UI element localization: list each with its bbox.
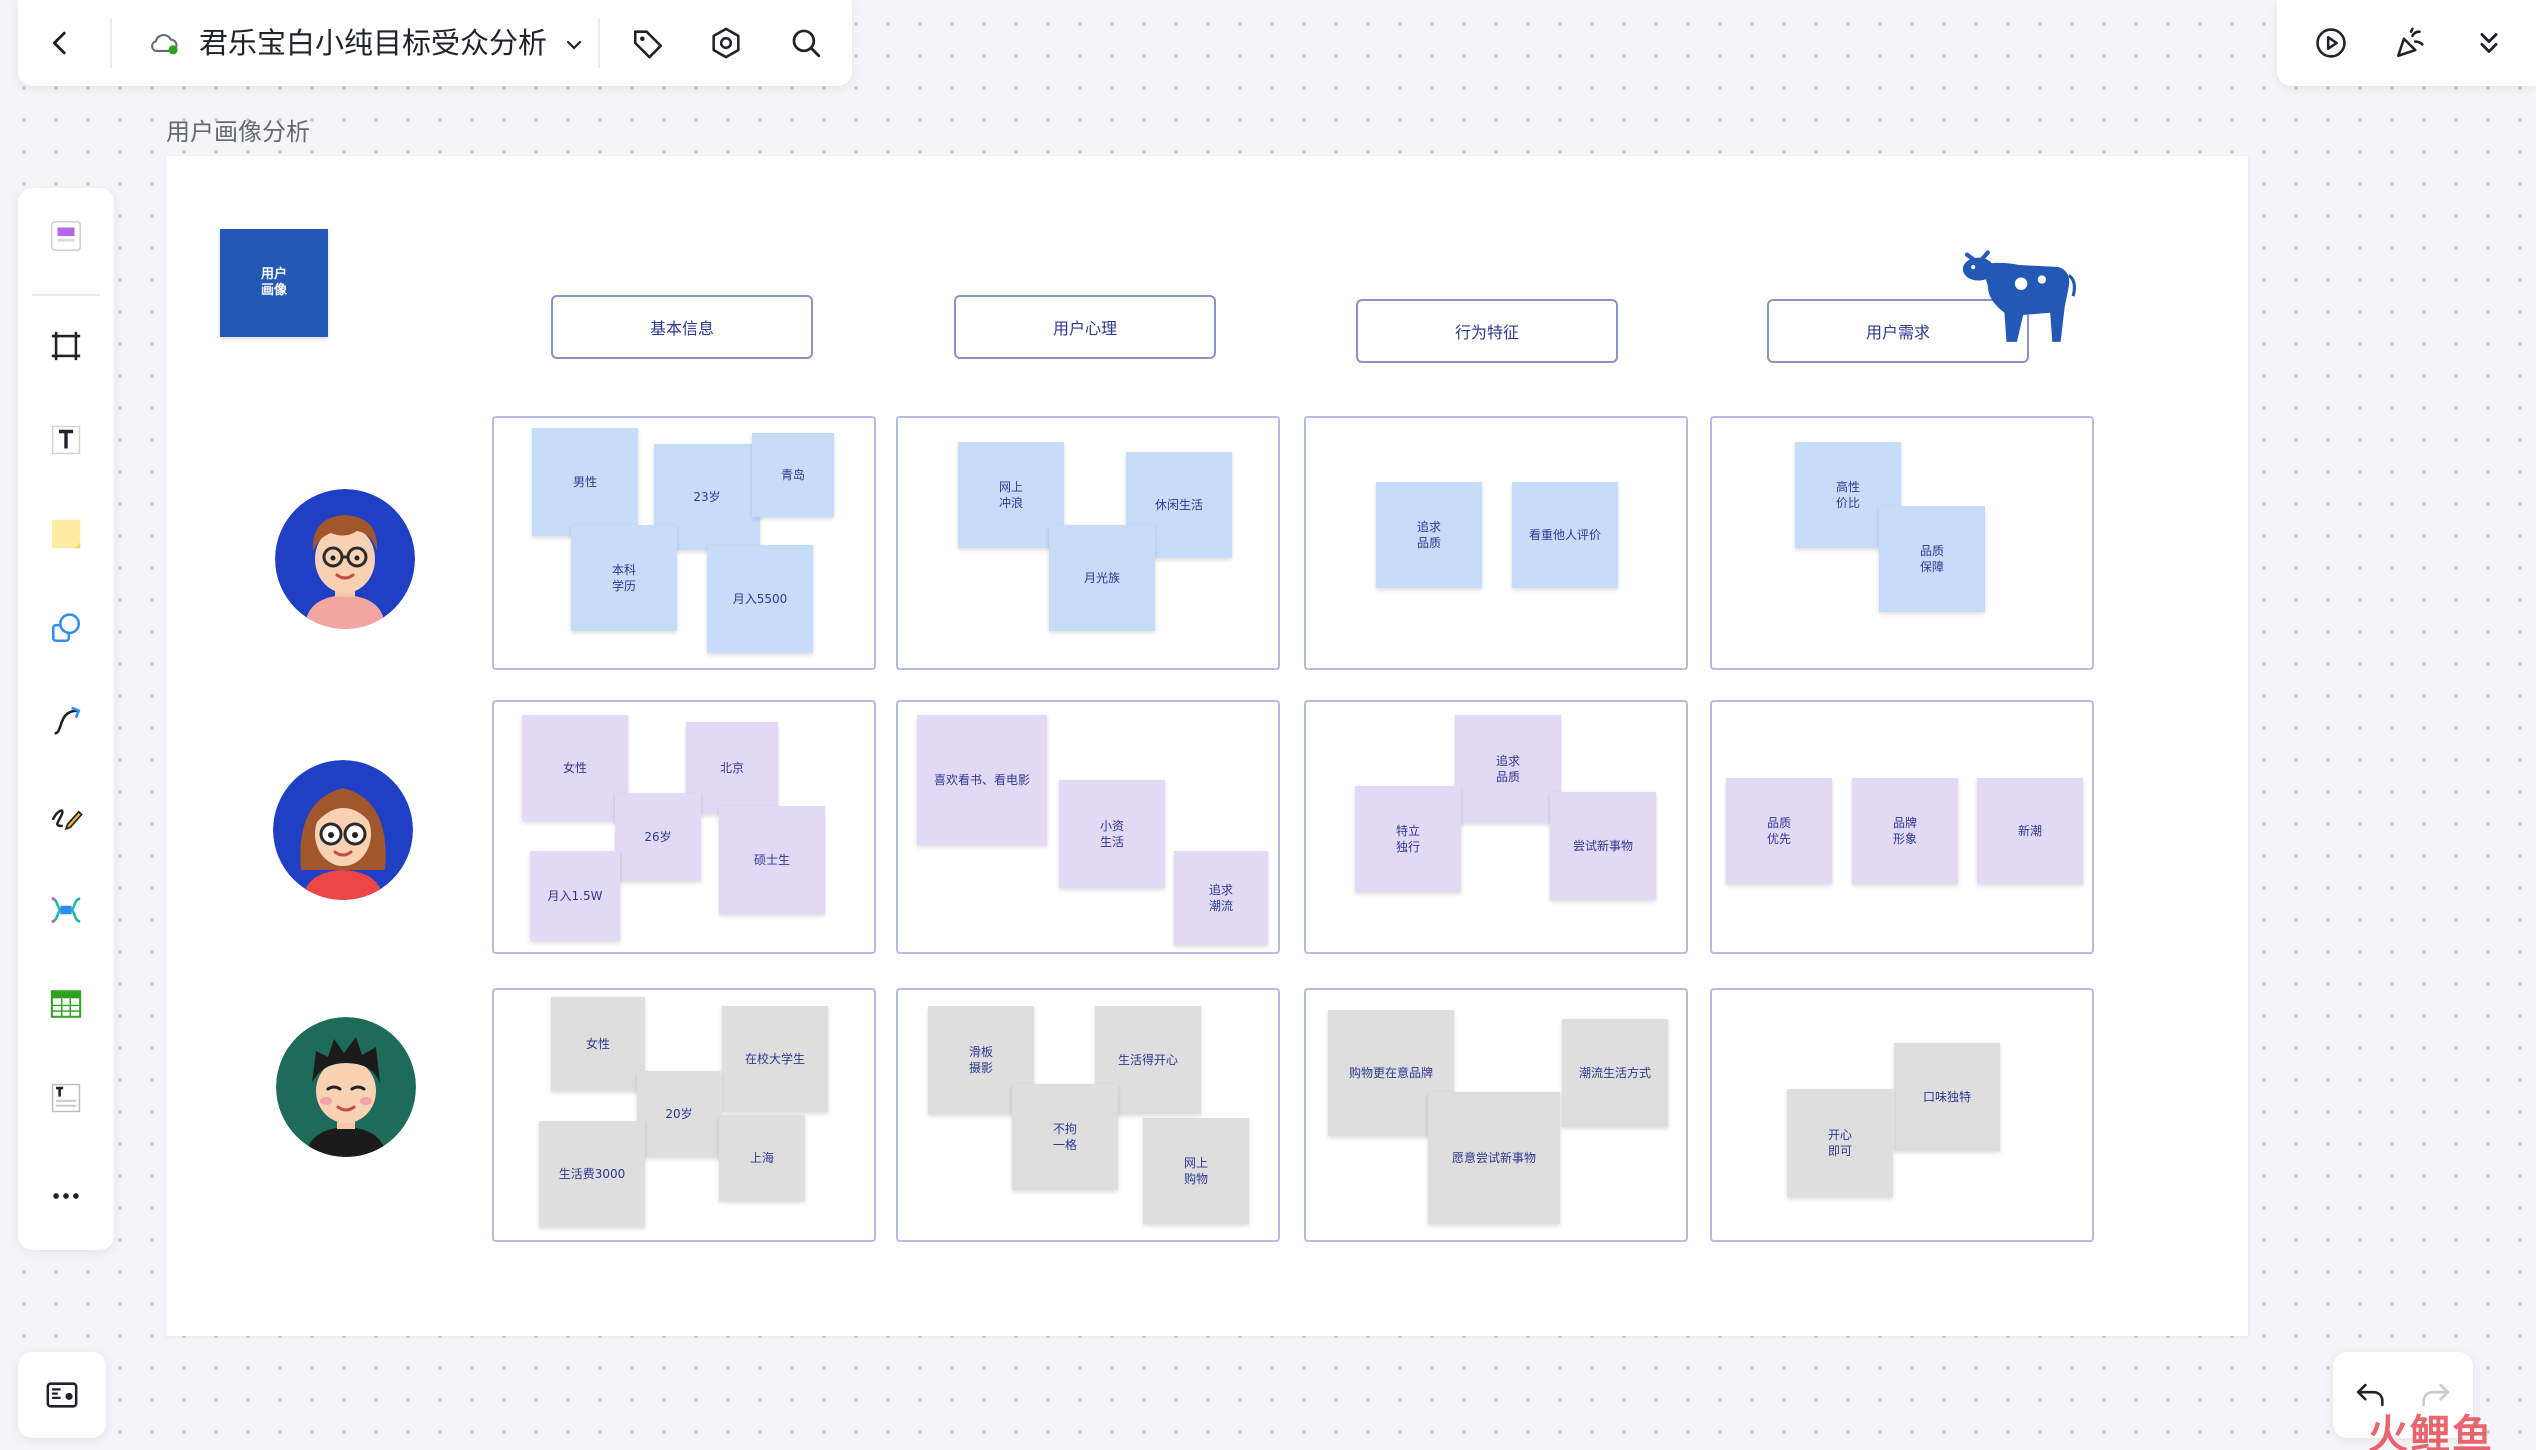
template-tool[interactable] [38,208,94,264]
double-chevron-down-icon [2480,33,2498,53]
table-icon [50,990,82,1018]
sticky-note[interactable]: 品质 优先 [1726,778,1832,884]
sticky-note[interactable]: 女性 [551,997,645,1091]
sticky-note[interactable]: 硕士生 [719,806,825,914]
gear-icon [712,27,740,59]
sticky-note[interactable]: 小资 生活 [1059,780,1165,888]
search-icon [792,29,821,58]
column-header-basic-info[interactable]: 基本信息 [551,295,813,359]
more-tools-button[interactable] [38,1168,94,1224]
female-glasses-avatar-icon [273,760,413,900]
back-button[interactable] [32,15,88,71]
table-tool[interactable] [38,976,94,1032]
sticky-note[interactable]: 生活费3000 [539,1121,645,1227]
connector-tool[interactable] [38,694,94,750]
shapes-icon [51,613,81,643]
pen-icon [51,809,83,831]
top-right-bar [2277,0,2536,86]
tag-icon [633,30,663,59]
avatar-persona-3 [276,1017,416,1157]
sticky-note[interactable]: 品质 保障 [1879,506,1985,612]
tag-button[interactable] [620,15,676,71]
frame-label[interactable]: 用户画像分析 [166,112,310,147]
sticky-note[interactable]: 月入5500 [707,545,813,653]
minimap-panel [18,1352,106,1438]
sticky-note[interactable]: 月光族 [1049,525,1155,631]
sticky-note[interactable]: 网上 购物 [1143,1118,1249,1224]
sticky-note[interactable]: 愿意尝试新事物 [1428,1092,1560,1224]
cow-illustration [1962,250,2077,342]
text-icon [51,425,81,455]
sticky-note[interactable]: 青岛 [752,433,834,517]
more-dots-icon [53,1193,79,1199]
document-title-text: 君乐宝白小纯目标受众分析 [199,26,548,60]
top-bar: 君乐宝白小纯目标受众分析 [18,0,852,86]
sticky-note[interactable]: 上海 [719,1115,805,1201]
left-toolbar [18,188,114,1250]
sticky-note[interactable]: 特立 独行 [1355,786,1461,892]
sticky-note[interactable]: 月入1.5W [530,851,620,941]
title-block[interactable]: 用户 画像 [220,229,328,337]
document-text-icon [51,1083,81,1113]
sticky-note[interactable]: 口味独特 [1894,1043,2000,1151]
sticky-note[interactable]: 不拘 一格 [1012,1084,1118,1190]
sticky-note[interactable]: 尝试新事物 [1550,792,1656,900]
sticky-note[interactable]: 品牌 形象 [1852,778,1958,884]
celebrate-button[interactable] [2383,15,2439,71]
party-popper-icon [2396,27,2424,58]
male-glasses-avatar-icon [275,489,415,629]
sticky-note[interactable]: 潮流生活方式 [1562,1019,1668,1127]
sticky-note[interactable]: 在校大学生 [722,1006,828,1112]
curve-connector-icon [54,706,81,735]
chevron-down-icon [567,40,582,50]
minimap-icon [46,1382,78,1408]
sticky-note[interactable]: 追求 潮流 [1174,851,1268,945]
minimap-button[interactable] [34,1367,90,1423]
sticky-note[interactable]: 男性 [532,428,638,536]
avatar-persona-1 [275,489,415,629]
more-collapse-button[interactable] [2461,15,2517,71]
sticky-note[interactable]: 喜欢看书、看电影 [917,715,1047,845]
shape-tool[interactable] [38,600,94,656]
column-header-behavior[interactable]: 行为特征 [1356,299,1618,363]
column-header-psychology[interactable]: 用户心理 [954,295,1216,359]
pen-tool[interactable] [38,788,94,844]
frame-tool[interactable] [38,318,94,374]
text-document-tool[interactable] [38,1070,94,1126]
sticky-note[interactable]: 追求 品质 [1376,482,1482,588]
frame-icon [51,331,81,361]
play-circle-icon [2316,28,2346,58]
document-title[interactable]: 君乐宝白小纯目标受众分析 [199,20,586,66]
chevron-left-icon [52,31,66,55]
sticky-note[interactable]: 开心 即可 [1787,1089,1893,1197]
sticky-note-icon [51,519,81,549]
template-icon [51,221,81,251]
cloud-sync-status[interactable] [134,15,194,71]
cell-r1-behavior[interactable] [1304,416,1688,670]
avatar-persona-2 [273,760,413,900]
sticky-note[interactable]: 追求 品质 [1455,715,1561,823]
sticky-note[interactable]: 女性 [522,715,628,821]
mindmap-icon [51,897,81,923]
sticky-note[interactable]: 看重他人评价 [1512,482,1618,588]
mindmap-tool[interactable] [38,882,94,938]
sticky-note[interactable]: 新潮 [1977,778,2083,884]
young-person-avatar-icon [276,1017,416,1157]
cloud-check-icon [151,34,178,55]
watermark: 火鲤鱼 [2368,1412,2494,1450]
search-button[interactable] [778,15,834,71]
present-button[interactable] [2303,15,2359,71]
sticky-note[interactable]: 26岁 [615,793,701,881]
sticky-note[interactable]: 20岁 [637,1071,721,1157]
settings-button[interactable] [698,15,754,71]
text-tool[interactable] [38,412,94,468]
sticky-note-tool[interactable] [38,506,94,562]
sticky-note[interactable]: 本科 学历 [571,525,677,631]
